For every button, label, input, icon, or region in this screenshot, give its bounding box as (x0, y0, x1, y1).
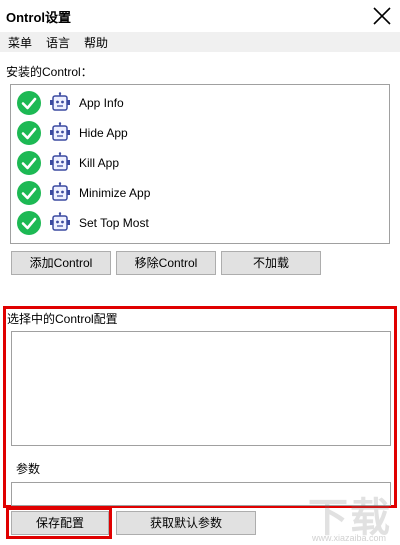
check-circle-icon (17, 181, 41, 205)
check-circle-icon (17, 121, 41, 145)
add-control-button[interactable]: 添加Control (11, 251, 111, 275)
list-item-label: Kill App (79, 156, 120, 170)
no-load-button[interactable]: 不加载 (221, 251, 321, 275)
window-title: Ontrol设置 (6, 10, 71, 25)
get-defaults-button[interactable]: 获取默认参数 (116, 511, 256, 535)
robot-icon (50, 212, 70, 231)
list-item[interactable]: Hide App (17, 119, 377, 147)
installed-controls-label: 安装的Control： (6, 65, 93, 79)
close-button[interactable] (370, 4, 394, 28)
remove-control-button[interactable]: 移除Control (116, 251, 216, 275)
watermark-url: www.xiazaiba.com (311, 533, 386, 543)
menu-item-menu[interactable]: 菜单 (8, 34, 32, 51)
menu-item-help[interactable]: 帮助 (84, 34, 108, 51)
check-circle-icon (17, 91, 41, 115)
save-config-button[interactable]: 保存配置 (11, 511, 109, 535)
installed-controls-list[interactable]: App Info Hide App Kill App Minimize App … (10, 84, 390, 244)
list-item[interactable]: App Info (17, 89, 377, 117)
list-item[interactable]: Kill App (17, 149, 377, 177)
robot-icon (50, 122, 70, 141)
list-item[interactable]: Minimize App (17, 179, 377, 207)
menu-bar: 菜单 语言 帮助 (0, 32, 400, 52)
close-icon (373, 7, 391, 25)
list-item-label: App Info (79, 96, 124, 110)
list-item-label: Set Top Most (79, 216, 149, 230)
check-circle-icon (17, 211, 41, 235)
menu-item-language[interactable]: 语言 (46, 34, 70, 51)
config-label: 选择中的Control配置 (7, 312, 118, 326)
list-item-label: Hide App (79, 126, 128, 140)
list-item[interactable]: Set Top Most (17, 209, 377, 237)
params-label: 参数 (16, 462, 41, 476)
check-circle-icon (17, 151, 41, 175)
config-textarea[interactable] (11, 331, 391, 446)
robot-icon (50, 152, 70, 171)
title-bar: Ontrol设置 (0, 0, 400, 32)
robot-icon (50, 92, 70, 111)
robot-icon (50, 182, 70, 201)
list-item-label: Minimize App (79, 186, 151, 200)
